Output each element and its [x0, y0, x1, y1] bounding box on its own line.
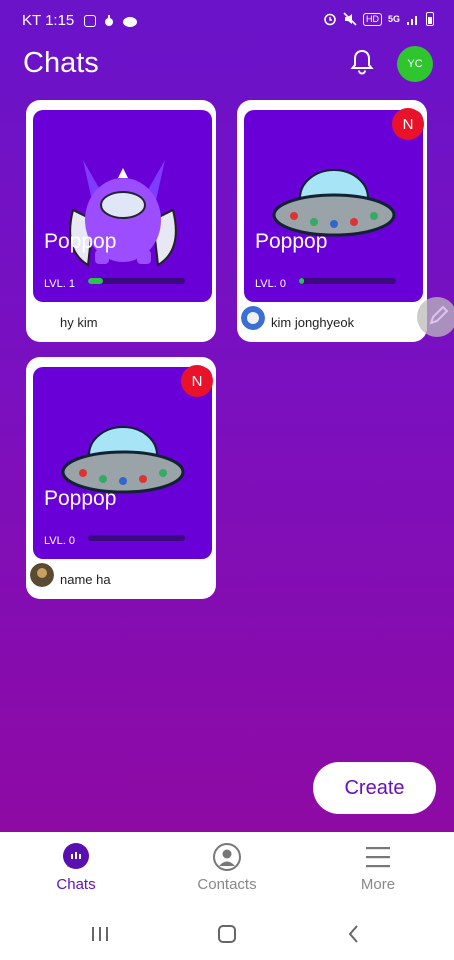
character-art: Poppop LVL. 1: [33, 110, 212, 302]
notification-icon: [105, 14, 114, 26]
recents-icon[interactable]: [88, 922, 112, 946]
xp-progress-bar: [299, 278, 396, 284]
bell-icon[interactable]: [348, 48, 376, 76]
chat-card[interactable]: Poppop LVL. 0 kim jonghyeok N: [237, 100, 427, 342]
tab-more[interactable]: More: [328, 842, 428, 893]
chat-bubble-icon: [63, 843, 89, 869]
xp-progress-fill: [299, 278, 304, 284]
alarm-icon: [324, 13, 336, 26]
battery-icon: [426, 12, 434, 26]
tab-label: Contacts: [197, 876, 257, 893]
avatar-initials: YC: [407, 58, 423, 70]
person-icon: [213, 843, 241, 871]
owner-avatar: [30, 563, 54, 587]
new-badge: N: [181, 365, 213, 397]
home-icon[interactable]: [215, 922, 239, 946]
new-badge: N: [392, 108, 424, 140]
xp-progress-fill: [88, 278, 103, 284]
cloud-icon: [123, 16, 138, 27]
card-character-name: Poppop: [44, 487, 117, 510]
xp-progress-bar: [88, 278, 185, 284]
chat-card[interactable]: Poppop LVL. 0 name ha N: [26, 357, 216, 599]
tab-label: Chats: [56, 876, 96, 893]
ufo-icon: [61, 426, 185, 494]
character-art: Poppop LVL. 0: [33, 367, 212, 559]
screenshot-icon: [84, 14, 97, 27]
owner-avatar: [241, 306, 265, 330]
card-character-name: Poppop: [255, 230, 328, 253]
user-avatar[interactable]: YC: [397, 46, 433, 82]
chats-screen: KT 1:15 HD 5G Chats YC Poppop LVL. 1 hy …: [0, 0, 454, 832]
edge-panel-handle[interactable]: [417, 297, 454, 337]
card-owner-name: hy kim: [60, 315, 98, 330]
network-type: 5G: [387, 14, 400, 24]
card-character-name: Poppop: [44, 230, 117, 253]
bottom-tab-bar: Chats Contacts More: [0, 832, 454, 908]
tab-chats[interactable]: Chats: [26, 842, 126, 893]
create-button[interactable]: Create: [313, 762, 436, 814]
card-level: LVL. 0: [255, 278, 286, 290]
tab-contacts[interactable]: Contacts: [177, 842, 277, 893]
carrier-time: KT 1:15: [22, 12, 75, 29]
chat-card[interactable]: Poppop LVL. 1 hy kim: [26, 100, 216, 342]
menu-icon: [366, 847, 390, 868]
mute-icon: [343, 12, 357, 26]
pencil-icon: [429, 305, 449, 325]
purple-monster-icon: [69, 160, 177, 267]
system-nav-bar: [0, 908, 454, 960]
card-owner-name: kim jonghyeok: [271, 315, 355, 330]
hd-badge: HD: [362, 12, 382, 26]
card-level: LVL. 0: [44, 535, 75, 547]
xp-progress-bar: [88, 535, 185, 541]
signal-icon: [407, 16, 417, 25]
card-owner-name: name ha: [60, 572, 111, 587]
back-icon[interactable]: [342, 922, 366, 946]
status-bar: KT 1:15 HD 5G: [0, 0, 454, 42]
card-level: LVL. 1: [44, 278, 75, 290]
character-art: Poppop LVL. 0: [244, 110, 423, 302]
ufo-icon: [272, 169, 396, 237]
tab-label: More: [360, 876, 396, 893]
page-title: Chats: [23, 47, 99, 79]
